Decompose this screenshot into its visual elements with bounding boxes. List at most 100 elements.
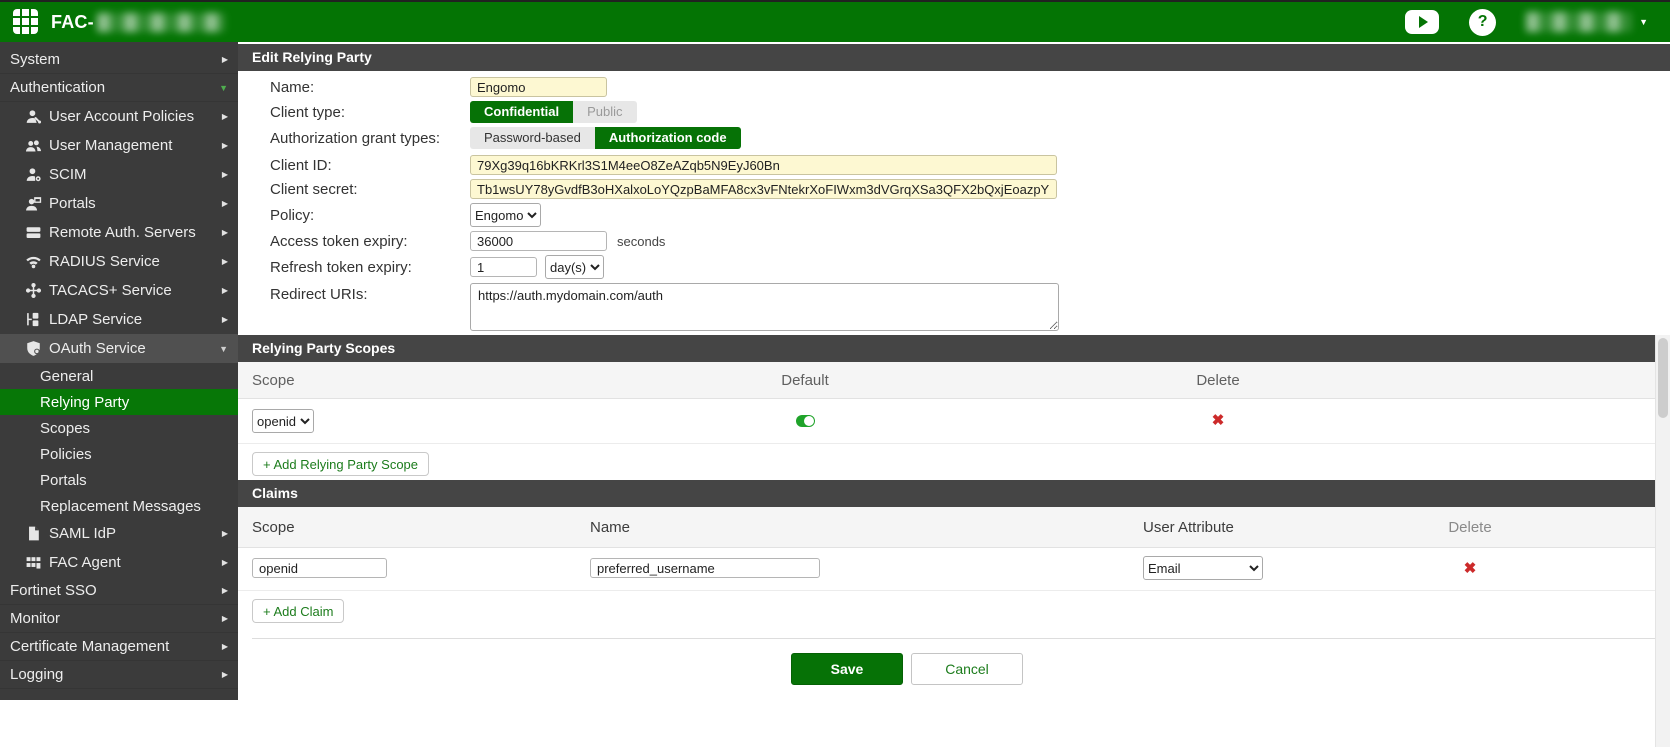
sidebar-item-user-management[interactable]: User Management▶ bbox=[0, 131, 238, 160]
client-id-label: Client ID: bbox=[270, 157, 470, 174]
sidebar-item-authentication[interactable]: Authentication▼ bbox=[0, 74, 238, 102]
scrollbar-thumb[interactable] bbox=[1658, 338, 1668, 418]
client-id-input[interactable] bbox=[470, 155, 1057, 175]
client-type-public-button[interactable]: Public bbox=[573, 101, 636, 123]
redirect-uris-label: Redirect URIs: bbox=[270, 283, 470, 303]
sidebar-item-relying-party[interactable]: Relying Party bbox=[0, 389, 238, 415]
sidebar-item-tacacs-service[interactable]: TACACS+ Service▶ bbox=[0, 276, 238, 305]
user-attribute-select[interactable]: Email bbox=[1143, 556, 1263, 580]
claim-scope-input[interactable] bbox=[252, 558, 387, 578]
sidebar-item-portals[interactable]: Portals ▶ bbox=[0, 189, 238, 218]
chevron-right-icon: ▶ bbox=[222, 170, 228, 179]
sidebar-item-label: Scopes bbox=[40, 420, 90, 437]
sidebar-item-label: Policies bbox=[40, 446, 92, 463]
client-type-confidential-button[interactable]: Confidential bbox=[470, 101, 573, 123]
sidebar-item-label: Portals bbox=[49, 195, 96, 212]
refresh-token-expiry-input[interactable] bbox=[470, 257, 537, 277]
chevron-right-icon: ▶ bbox=[222, 228, 228, 237]
chevron-right-icon: ▶ bbox=[222, 199, 228, 208]
grant-authorization-code-button[interactable]: Authorization code bbox=[595, 127, 741, 149]
column-header-scope: Scope bbox=[252, 362, 295, 398]
sidebar-item-ldap-service[interactable]: LDAP Service▶ bbox=[0, 305, 238, 334]
user-wrench-icon bbox=[25, 108, 42, 125]
access-token-expiry-input[interactable] bbox=[470, 231, 607, 251]
chevron-right-icon: ▶ bbox=[222, 286, 228, 295]
add-claim-button[interactable]: + Add Claim bbox=[252, 599, 344, 623]
wifi-icon bbox=[25, 253, 42, 270]
add-relying-party-scope-button[interactable]: + Add Relying Party Scope bbox=[252, 452, 429, 476]
column-header-default: Default bbox=[765, 362, 845, 398]
users-icon bbox=[25, 137, 42, 154]
sidebar-item-label: OAuth Service bbox=[49, 340, 146, 357]
sidebar-item-label: Replacement Messages bbox=[40, 498, 201, 515]
chevron-right-icon: ▶ bbox=[222, 315, 228, 324]
sidebar-item-fortinet-sso[interactable]: Fortinet SSO▶ bbox=[0, 577, 238, 605]
sidebar-item-user-account-policies[interactable]: User Account Policies ▶ bbox=[0, 102, 238, 131]
client-secret-input[interactable] bbox=[470, 179, 1057, 199]
sidebar-item-saml-idp[interactable]: SAML IdP▶ bbox=[0, 519, 238, 548]
form-row-redirect-uris: Redirect URIs: https://auth.mydomain.com… bbox=[270, 283, 1670, 331]
relying-party-form: Name: Client type: Confidential Public A… bbox=[238, 71, 1670, 331]
youtube-icon[interactable] bbox=[1405, 10, 1439, 34]
column-header-user-attribute: User Attribute bbox=[1143, 507, 1234, 547]
delete-claim-icon[interactable]: ✖ bbox=[1464, 561, 1477, 576]
sidebar-item-monitor[interactable]: Monitor▶ bbox=[0, 605, 238, 633]
name-input[interactable] bbox=[470, 77, 607, 97]
chevron-right-icon: ▶ bbox=[222, 642, 228, 651]
server-icon bbox=[25, 224, 42, 241]
claims-table-header: Scope Name User Attribute Delete bbox=[238, 507, 1656, 548]
vertical-scrollbar[interactable] bbox=[1655, 335, 1670, 747]
claims-section: Claims Scope Name User Attribute Delete … bbox=[238, 480, 1670, 623]
form-row-policy: Policy: Engomo bbox=[270, 203, 1670, 227]
form-row-refresh-token-expiry: Refresh token expiry: day(s) bbox=[270, 255, 1670, 279]
save-button[interactable]: Save bbox=[791, 653, 903, 685]
delete-scope-icon[interactable]: ✖ bbox=[1212, 413, 1225, 428]
sitemap-icon bbox=[25, 311, 42, 328]
refresh-token-unit-select[interactable]: day(s) bbox=[545, 255, 604, 279]
sidebar-item-oauth-policies[interactable]: Policies bbox=[0, 441, 238, 467]
sidebar-item-certificate-management[interactable]: Certificate Management▶ bbox=[0, 633, 238, 661]
chevron-down-icon: ▼ bbox=[219, 83, 228, 93]
sidebar-item-oauth-service[interactable]: OAuth Service ▼ bbox=[0, 334, 238, 363]
top-bar: FAC- ? ▼ bbox=[0, 2, 1670, 42]
sidebar-item-label: Fortinet SSO bbox=[10, 582, 97, 599]
sidebar-item-remote-auth-servers[interactable]: Remote Auth. Servers▶ bbox=[0, 218, 238, 247]
policy-label: Policy: bbox=[270, 207, 470, 224]
claim-row: Email ✖ bbox=[238, 548, 1656, 591]
user-gear-icon bbox=[25, 166, 42, 183]
chevron-right-icon: ▶ bbox=[222, 558, 228, 567]
user-menu[interactable]: ▼ bbox=[1526, 12, 1648, 32]
client-type-label: Client type: bbox=[270, 104, 470, 121]
main-content: Edit Relying Party Name: Client type: Co… bbox=[238, 42, 1670, 747]
policy-select[interactable]: Engomo bbox=[470, 203, 541, 227]
chevron-right-icon: ▶ bbox=[222, 55, 228, 64]
sidebar-item-logging[interactable]: Logging▶ bbox=[0, 661, 238, 689]
chevron-right-icon: ▶ bbox=[222, 112, 228, 121]
network-nodes-icon bbox=[25, 282, 42, 299]
redirect-uris-textarea[interactable]: https://auth.mydomain.com/auth bbox=[470, 283, 1059, 331]
chevron-down-icon: ▼ bbox=[219, 344, 228, 354]
column-header-scope: Scope bbox=[252, 507, 295, 547]
sidebar-item-fac-agent[interactable]: FAC Agent▶ bbox=[0, 548, 238, 577]
scope-select[interactable]: openid bbox=[252, 409, 314, 433]
client-type-toggle: Confidential Public bbox=[470, 101, 637, 123]
sidebar-item-system[interactable]: System▶ bbox=[0, 46, 238, 74]
grant-password-based-button[interactable]: Password-based bbox=[470, 127, 595, 149]
redacted-device-name bbox=[97, 13, 225, 32]
sidebar-item-oauth-scopes[interactable]: Scopes bbox=[0, 415, 238, 441]
scope-row: openid ✖ bbox=[238, 399, 1656, 444]
sidebar-item-label: User Account Policies bbox=[49, 108, 194, 125]
sidebar-item-oauth-portals[interactable]: Portals bbox=[0, 467, 238, 493]
sidebar-item-label: SCIM bbox=[49, 166, 87, 183]
chevron-right-icon: ▶ bbox=[222, 257, 228, 266]
help-icon[interactable]: ? bbox=[1469, 9, 1496, 36]
document-icon bbox=[25, 525, 42, 542]
apps-grid-icon[interactable] bbox=[13, 9, 39, 35]
sidebar-item-scim[interactable]: SCIM ▶ bbox=[0, 160, 238, 189]
claim-name-input[interactable] bbox=[590, 558, 820, 578]
sidebar-item-replacement-messages[interactable]: Replacement Messages bbox=[0, 493, 238, 519]
default-toggle-on[interactable] bbox=[796, 415, 815, 427]
sidebar-item-radius-service[interactable]: RADIUS Service▶ bbox=[0, 247, 238, 276]
sidebar-item-oauth-general[interactable]: General bbox=[0, 363, 238, 389]
cancel-button[interactable]: Cancel bbox=[911, 653, 1023, 685]
